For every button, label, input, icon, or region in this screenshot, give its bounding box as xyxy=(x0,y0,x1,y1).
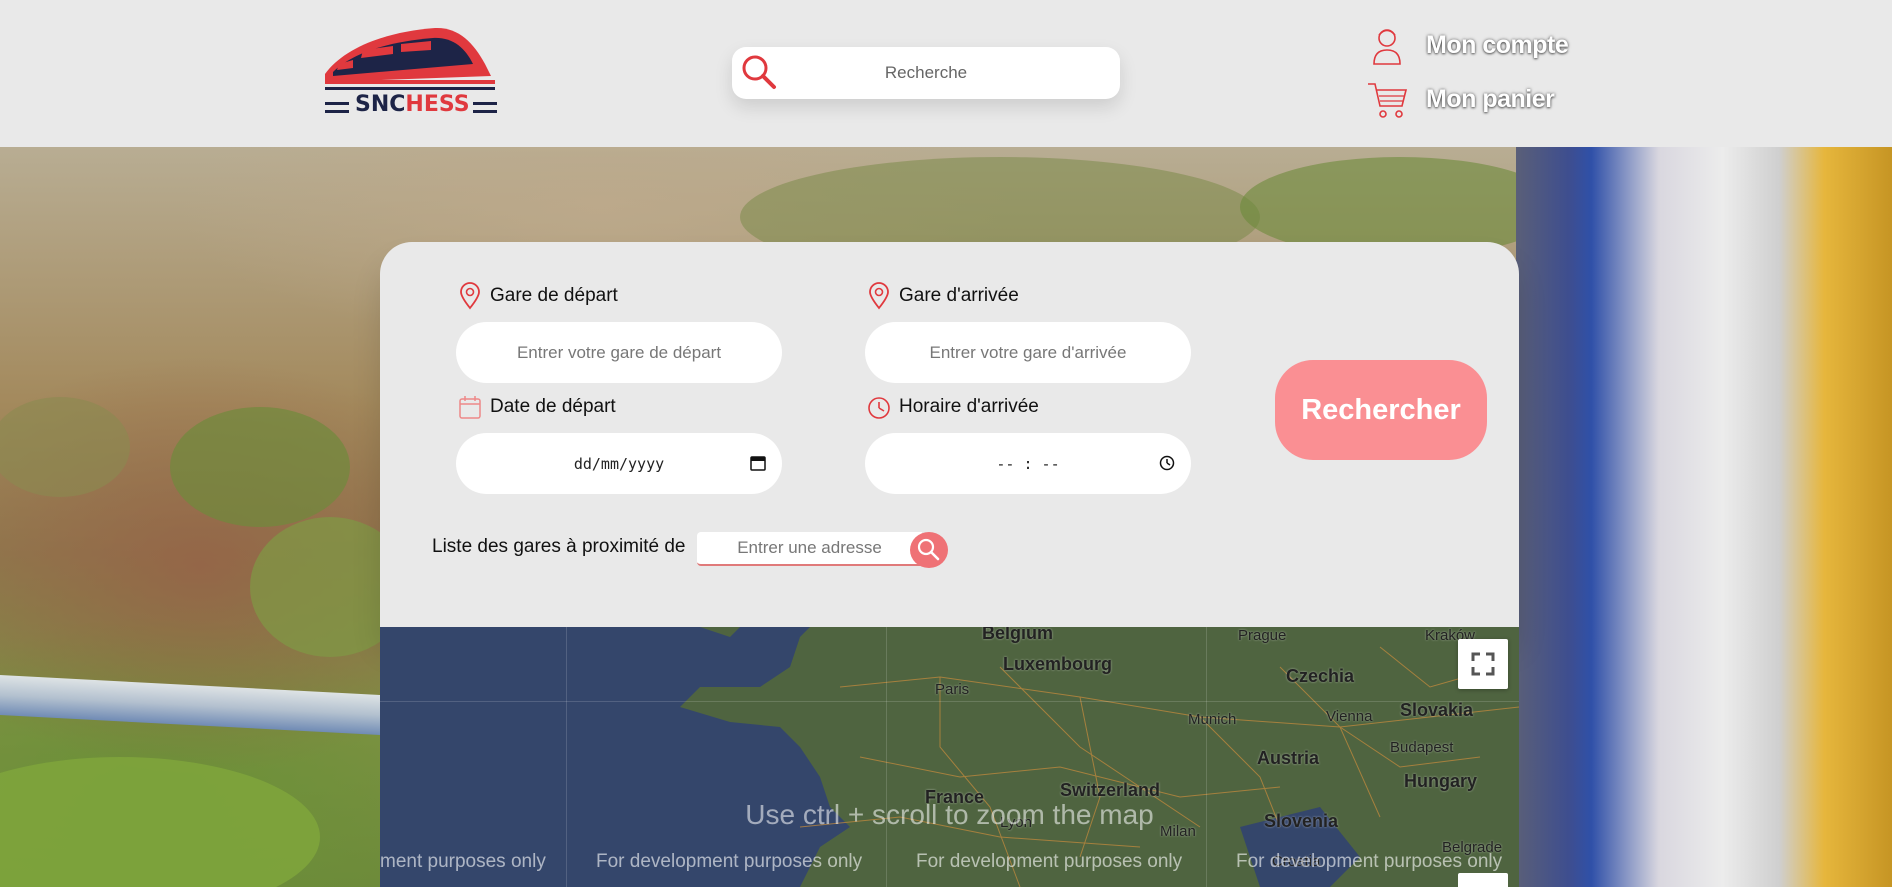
nearby-stations-label: Liste des gares à proximité de xyxy=(432,536,686,557)
location-pin-icon xyxy=(460,282,480,310)
cart-link[interactable]: Mon panier xyxy=(1366,78,1555,120)
nearby-address-input[interactable]: Entrer une adresse xyxy=(697,532,922,566)
departure-label: Gare de départ xyxy=(490,285,618,306)
stations-map[interactable]: Belgium Luxembourg Paris Prague Kraków C… xyxy=(380,627,1519,887)
map-gridline xyxy=(886,627,887,887)
account-label[interactable]: Mon compte xyxy=(1426,31,1569,60)
map-label-luxembourg: Luxembourg xyxy=(1003,654,1113,674)
map-label-switzerland: Switzerland xyxy=(1060,780,1161,800)
header-search-input[interactable]: Recherche xyxy=(732,63,1120,83)
time-label: Horaire d'arrivée xyxy=(899,396,1039,417)
map-label-slovakia: Slovakia xyxy=(1400,700,1474,720)
date-label: Date de départ xyxy=(490,396,616,417)
account-link[interactable]: Mon compte xyxy=(1366,24,1569,66)
map-label-paris: Paris xyxy=(935,681,970,698)
clock-picker-icon[interactable] xyxy=(1159,455,1175,471)
departure-station-input[interactable]: Entrer votre gare de départ xyxy=(456,322,782,383)
arrival-time-input[interactable]: -- : -- xyxy=(865,433,1191,494)
shopping-cart-icon xyxy=(1368,83,1408,118)
calendar-picker-icon[interactable] xyxy=(750,455,766,471)
time-input-value: -- : -- xyxy=(996,454,1060,473)
logo-text-snc: SNC xyxy=(355,92,406,117)
map-zoom-control[interactable] xyxy=(1458,873,1508,887)
location-pin-icon xyxy=(869,282,889,310)
departure-date-input[interactable]: dd/mm/yyyy xyxy=(456,433,782,494)
map-fullscreen-button[interactable] xyxy=(1458,639,1508,689)
cart-label[interactable]: Mon panier xyxy=(1426,85,1555,114)
map-gridline xyxy=(1206,627,1207,887)
arrival-station-input[interactable]: Entrer votre gare d'arrivée xyxy=(865,322,1191,383)
map-gridline xyxy=(380,701,1519,702)
header: SNCHESS Recherche Mon compte Mon panier xyxy=(0,0,1892,147)
map-gridline xyxy=(566,627,567,887)
map-dev-watermark: For development purposes only xyxy=(596,851,863,872)
date-input-value: dd/mm/yyyy xyxy=(573,454,665,473)
map-label-budapest: Budapest xyxy=(1390,739,1454,756)
map-label-munich: Munich xyxy=(1188,711,1237,728)
logo-text-hess: HESS xyxy=(405,92,470,117)
departure-label-row: Gare de départ xyxy=(458,282,618,310)
date-label-row: Date de départ xyxy=(458,393,616,421)
map-label-austria: Austria xyxy=(1257,748,1320,768)
header-search-box[interactable]: Recherche xyxy=(732,47,1120,99)
arrival-label: Gare d'arrivée xyxy=(899,285,1019,306)
map-label-czechia: Czechia xyxy=(1286,666,1355,686)
map-zoom-hint: Use ctrl + scroll to zoom the map xyxy=(745,799,1154,830)
logo-wordmark: SNCHESS xyxy=(355,92,470,117)
fullscreen-icon xyxy=(1471,652,1495,676)
map-label-hungary: Hungary xyxy=(1404,771,1478,791)
user-icon xyxy=(1373,29,1401,65)
search-icon xyxy=(917,538,940,561)
clock-icon xyxy=(868,397,890,419)
calendar-icon xyxy=(459,396,481,419)
map-label-prague: Prague xyxy=(1238,627,1287,644)
map-dev-watermark: For development purposes only xyxy=(1236,851,1503,872)
time-label-row: Horaire d'arrivée xyxy=(867,393,1039,421)
arrival-label-row: Gare d'arrivée xyxy=(867,282,1019,310)
map-label-belgium: Belgium xyxy=(982,627,1054,643)
search-form-card: Gare de départ Entrer votre gare de dépa… xyxy=(380,242,1519,630)
map-dev-watermark: ment purposes only xyxy=(380,851,546,872)
snchess-logo[interactable]: SNCHESS xyxy=(323,24,501,120)
map-label-vienna: Vienna xyxy=(1326,708,1373,725)
nearby-search-button[interactable] xyxy=(910,532,948,568)
train-side-photo xyxy=(1516,147,1892,887)
search-button[interactable]: Rechercher xyxy=(1275,360,1487,460)
map-dev-watermark: For development purposes only xyxy=(916,851,1183,872)
